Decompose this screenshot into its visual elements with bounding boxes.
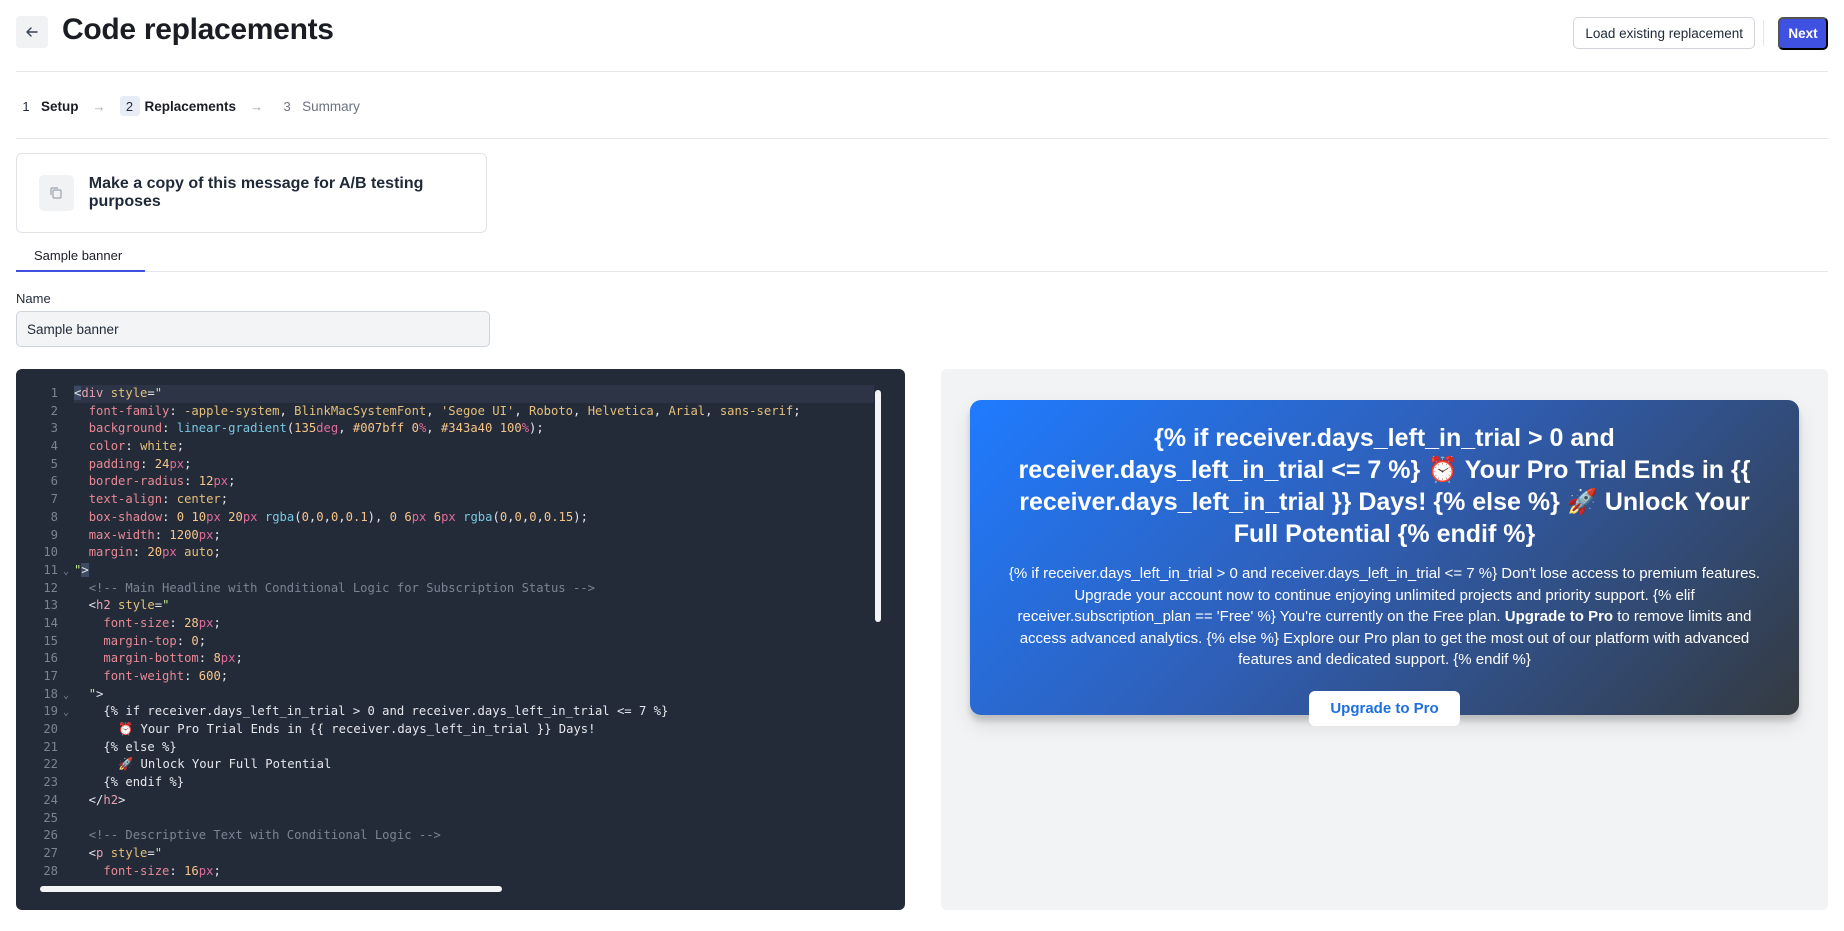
line-number: 17	[43, 669, 58, 683]
ab-copy-card[interactable]: Make a copy of this message for A/B test…	[16, 153, 487, 233]
line-number: 26	[43, 828, 58, 843]
code-line: 1 <div style="	[16, 385, 874, 403]
fold-icon[interactable]: ⌄	[58, 563, 74, 581]
line-number: 25	[43, 810, 58, 825]
step-label: Setup	[41, 98, 79, 114]
page-title: Code replacements	[62, 13, 334, 46]
copy-icon	[50, 187, 62, 199]
vertical-scrollbar[interactable]	[875, 390, 881, 622]
variant-tabs: Sample banner	[16, 244, 1828, 272]
step-label: Summary	[302, 98, 360, 114]
load-existing-replacement-button[interactable]: Load existing replacement	[1573, 17, 1755, 49]
code-line: 24 </h2>	[16, 792, 874, 810]
code-line: 11 ⌄ ">	[16, 562, 874, 580]
fold-icon[interactable]: ⌄	[58, 687, 74, 705]
step-number: 3	[283, 98, 291, 114]
ab-copy-label: Make a copy of this message for A/B test…	[88, 175, 424, 210]
code-line: 23 {% endif %}	[16, 774, 874, 792]
line-number: 2	[50, 403, 58, 418]
line-number: 8	[50, 509, 58, 524]
code-line: 15 margin-top: 0;	[16, 633, 874, 651]
fold-icon[interactable]: ⌄	[58, 704, 74, 722]
code-line: 9 max-width: 1200px;	[16, 527, 874, 545]
stepper: 1 Setup → 2 Replacements → 3 Summary	[16, 94, 360, 118]
name-input[interactable]	[16, 311, 490, 347]
line-number: 9	[50, 527, 58, 542]
code-line: 13 <h2 style="	[16, 597, 874, 615]
arrow-left-icon	[26, 27, 38, 37]
line-number: 7	[50, 492, 58, 507]
banner-headline: {% if receiver.days_left_in_trial > 0 an…	[1018, 424, 1751, 548]
page-header: Code replacements Load existing replacem…	[16, 13, 1828, 56]
line-number: 1	[50, 386, 58, 400]
code-line: 28 font-size: 16px;	[16, 863, 874, 881]
code-line: 26 <!-- Descriptive Text with Conditiona…	[16, 827, 874, 845]
code-line: 16 margin-bottom: 8px;	[16, 650, 874, 668]
line-number: 13	[43, 598, 58, 613]
line-number: 11	[43, 562, 58, 577]
next-button[interactable]: Next	[1778, 17, 1828, 50]
line-number: 23	[43, 775, 58, 790]
line-number: 10	[43, 545, 58, 560]
arrow-right-icon: →	[250, 98, 264, 114]
preview-panel: {% if receiver.days_left_in_trial > 0 an…	[941, 369, 1828, 910]
line-number: 15	[43, 633, 58, 648]
code-line: 20 ⏰ Your Pro Trial Ends in {{ receiver.…	[16, 721, 874, 739]
code-content[interactable]: 1 <div style=" 2 font-family: -apple-syst…	[16, 385, 874, 880]
step-number: 1	[22, 98, 30, 114]
copy-icon-box	[39, 175, 74, 211]
step-summary[interactable]: 3 Summary	[277, 96, 360, 116]
back-button[interactable]	[16, 16, 48, 48]
line-number: 4	[50, 439, 58, 454]
banner-body-bold: Upgrade to Pro	[1504, 608, 1614, 625]
line-number: 20	[43, 722, 58, 737]
line-number: 3	[50, 421, 58, 436]
code-line: 4 color: white;	[16, 438, 874, 456]
code-line: 6 border-radius: 12px;	[16, 473, 874, 491]
header-divider-line	[16, 71, 1828, 72]
code-line: 25	[16, 810, 874, 828]
code-line: 17 font-weight: 600;	[16, 668, 874, 686]
line-number: 22	[43, 757, 58, 772]
line-number: 16	[43, 651, 58, 666]
header-divider	[1763, 20, 1764, 46]
code-line: 7 text-align: center;	[16, 491, 874, 509]
code-line: 14 font-size: 28px;	[16, 615, 874, 633]
line-number: 19	[43, 704, 58, 719]
code-line: 22 🚀 Unlock Your Full Potential	[16, 756, 874, 774]
step-number: 2	[119, 96, 140, 116]
tab-sample-banner[interactable]: Sample banner	[16, 244, 145, 272]
upgrade-to-pro-button[interactable]: Upgrade to Pro	[1309, 690, 1460, 726]
line-number: 5	[50, 456, 58, 471]
name-label: Name	[16, 291, 51, 306]
code-line: 3 background: linear-gradient(135deg, #0…	[16, 420, 874, 438]
code-line: 12 <!-- Main Headline with Conditional L…	[16, 580, 874, 598]
stepper-divider-line	[16, 138, 1828, 139]
step-replacements[interactable]: 2 Replacements	[119, 96, 237, 116]
code-editor[interactable]: 1 <div style=" 2 font-family: -apple-syst…	[16, 369, 905, 910]
line-number: 27	[43, 845, 58, 860]
line-number: 24	[43, 792, 58, 807]
code-line: 27 <p style="	[16, 845, 874, 863]
line-number: 21	[43, 739, 58, 754]
code-line: 8 box-shadow: 0 10px 20px rgba(0,0,0,0.1…	[16, 509, 874, 527]
line-number: 14	[43, 615, 58, 630]
step-setup[interactable]: 1 Setup	[16, 96, 79, 116]
preview-banner: {% if receiver.days_left_in_trial > 0 an…	[970, 400, 1799, 726]
banner-body: {% if receiver.days_left_in_trial > 0 an…	[1000, 563, 1769, 671]
arrow-right-icon: →	[92, 98, 106, 114]
step-label: Replacements	[144, 98, 237, 114]
line-number: 6	[50, 474, 58, 489]
code-line: 2 font-family: -apple-system, BlinkMacSy…	[16, 403, 874, 421]
code-line: 19 ⌄ {% if receiver.days_left_in_trial > …	[16, 703, 874, 721]
code-line: 18 ⌄ ">	[16, 686, 874, 704]
line-number: 12	[43, 580, 58, 595]
code-line: 10 margin: 20px auto;	[16, 544, 874, 562]
line-number: 18	[43, 686, 58, 701]
line-number: 28	[43, 863, 58, 878]
code-line: 5 padding: 24px;	[16, 456, 874, 474]
code-line: 21 {% else %}	[16, 739, 874, 757]
horizontal-scrollbar[interactable]	[40, 886, 502, 892]
